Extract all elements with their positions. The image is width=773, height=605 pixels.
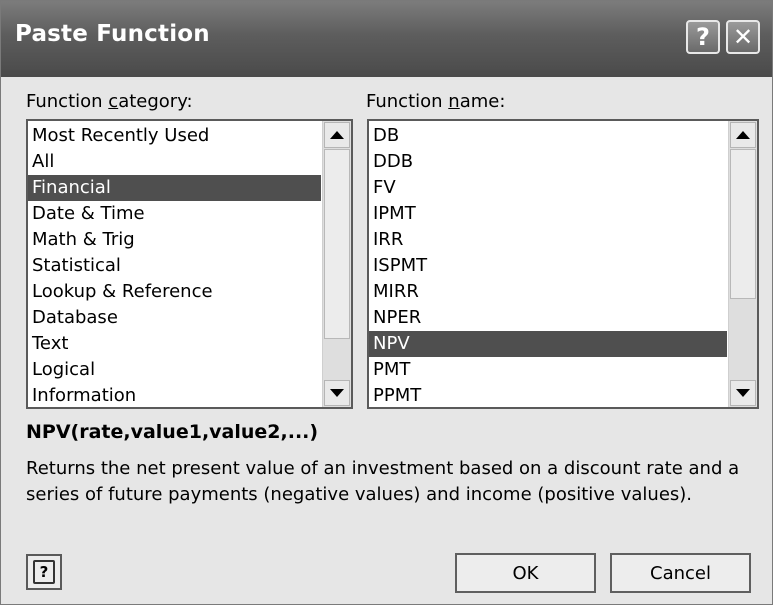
name-scroll-down-button[interactable] bbox=[730, 380, 756, 406]
name-scroll-thumb[interactable] bbox=[730, 149, 756, 299]
category-scroll-down-button[interactable] bbox=[324, 380, 350, 406]
arrow-down-icon bbox=[330, 389, 344, 397]
category-scroll-thumb[interactable] bbox=[324, 149, 350, 339]
function-category-label: Function category: bbox=[26, 91, 193, 112]
category-list-item[interactable]: Information bbox=[28, 383, 321, 407]
function-name-list-item[interactable]: DDB bbox=[369, 149, 727, 175]
arrow-up-icon bbox=[736, 131, 750, 139]
category-list-item[interactable]: All bbox=[28, 149, 321, 175]
function-signature: NPV(rate,value1,value2,...) bbox=[26, 421, 319, 443]
function-name-list-item[interactable]: IRR bbox=[369, 227, 727, 253]
category-list-item[interactable]: Logical bbox=[28, 357, 321, 383]
paste-function-dialog: Paste Function ? ✕ Function category: Fu… bbox=[0, 0, 773, 605]
cancel-button[interactable]: Cancel bbox=[610, 553, 751, 593]
function-name-label: Function name: bbox=[366, 91, 506, 112]
function-name-list[interactable]: DB DDB FV IPMT IRR ISPMT MIRR NPER NPV PMT PPMT bbox=[367, 119, 759, 409]
function-name-list-item[interactable]: PPMT bbox=[369, 383, 727, 407]
function-category-list[interactable]: Most Recently Used All Financial Date & Tim… bbox=[26, 119, 353, 409]
category-list-item[interactable]: Most Recently Used bbox=[28, 123, 321, 149]
title-help-button[interactable]: ? bbox=[686, 20, 720, 54]
function-name-list-item[interactable]: FV bbox=[369, 175, 727, 201]
help-icon: ? bbox=[33, 560, 55, 584]
category-list-item[interactable]: Statistical bbox=[28, 253, 321, 279]
function-name-items: DB DDB FV IPMT IRR ISPMT MIRR NPER NPV PMT PPMT bbox=[369, 123, 727, 407]
name-scroll-up-button[interactable] bbox=[730, 122, 756, 148]
category-list-item[interactable]: Database bbox=[28, 305, 321, 331]
category-scrollbar[interactable] bbox=[322, 121, 351, 407]
function-name-list-item[interactable]: DB bbox=[369, 123, 727, 149]
arrow-down-icon bbox=[736, 389, 750, 397]
function-name-list-item[interactable]: MIRR bbox=[369, 279, 727, 305]
function-description: Returns the net present value of an inve… bbox=[26, 458, 740, 505]
category-list-item[interactable]: Date & Time bbox=[28, 201, 321, 227]
function-name-list-item[interactable]: PMT bbox=[369, 357, 727, 383]
category-list-item[interactable]: Text bbox=[28, 331, 321, 357]
category-list-item[interactable]: Lookup & Reference bbox=[28, 279, 321, 305]
title-bar: Paste Function ? ✕ bbox=[1, 1, 772, 77]
dialog-title: Paste Function bbox=[15, 21, 210, 47]
category-list-item[interactable]: Financial bbox=[28, 175, 321, 201]
function-name-list-item[interactable]: NPER bbox=[369, 305, 727, 331]
help-button[interactable]: ? bbox=[26, 554, 62, 590]
name-scrollbar[interactable] bbox=[728, 121, 757, 407]
function-category-items: Most Recently Used All Financial Date & Tim… bbox=[28, 123, 321, 407]
category-list-item[interactable]: Math & Trig bbox=[28, 227, 321, 253]
title-close-button[interactable]: ✕ bbox=[726, 20, 760, 54]
function-name-list-item[interactable]: NPV bbox=[369, 331, 727, 357]
arrow-up-icon bbox=[330, 131, 344, 139]
function-name-list-item[interactable]: IPMT bbox=[369, 201, 727, 227]
function-name-list-item[interactable]: ISPMT bbox=[369, 253, 727, 279]
ok-button[interactable]: OK bbox=[455, 553, 596, 593]
category-scroll-up-button[interactable] bbox=[324, 122, 350, 148]
